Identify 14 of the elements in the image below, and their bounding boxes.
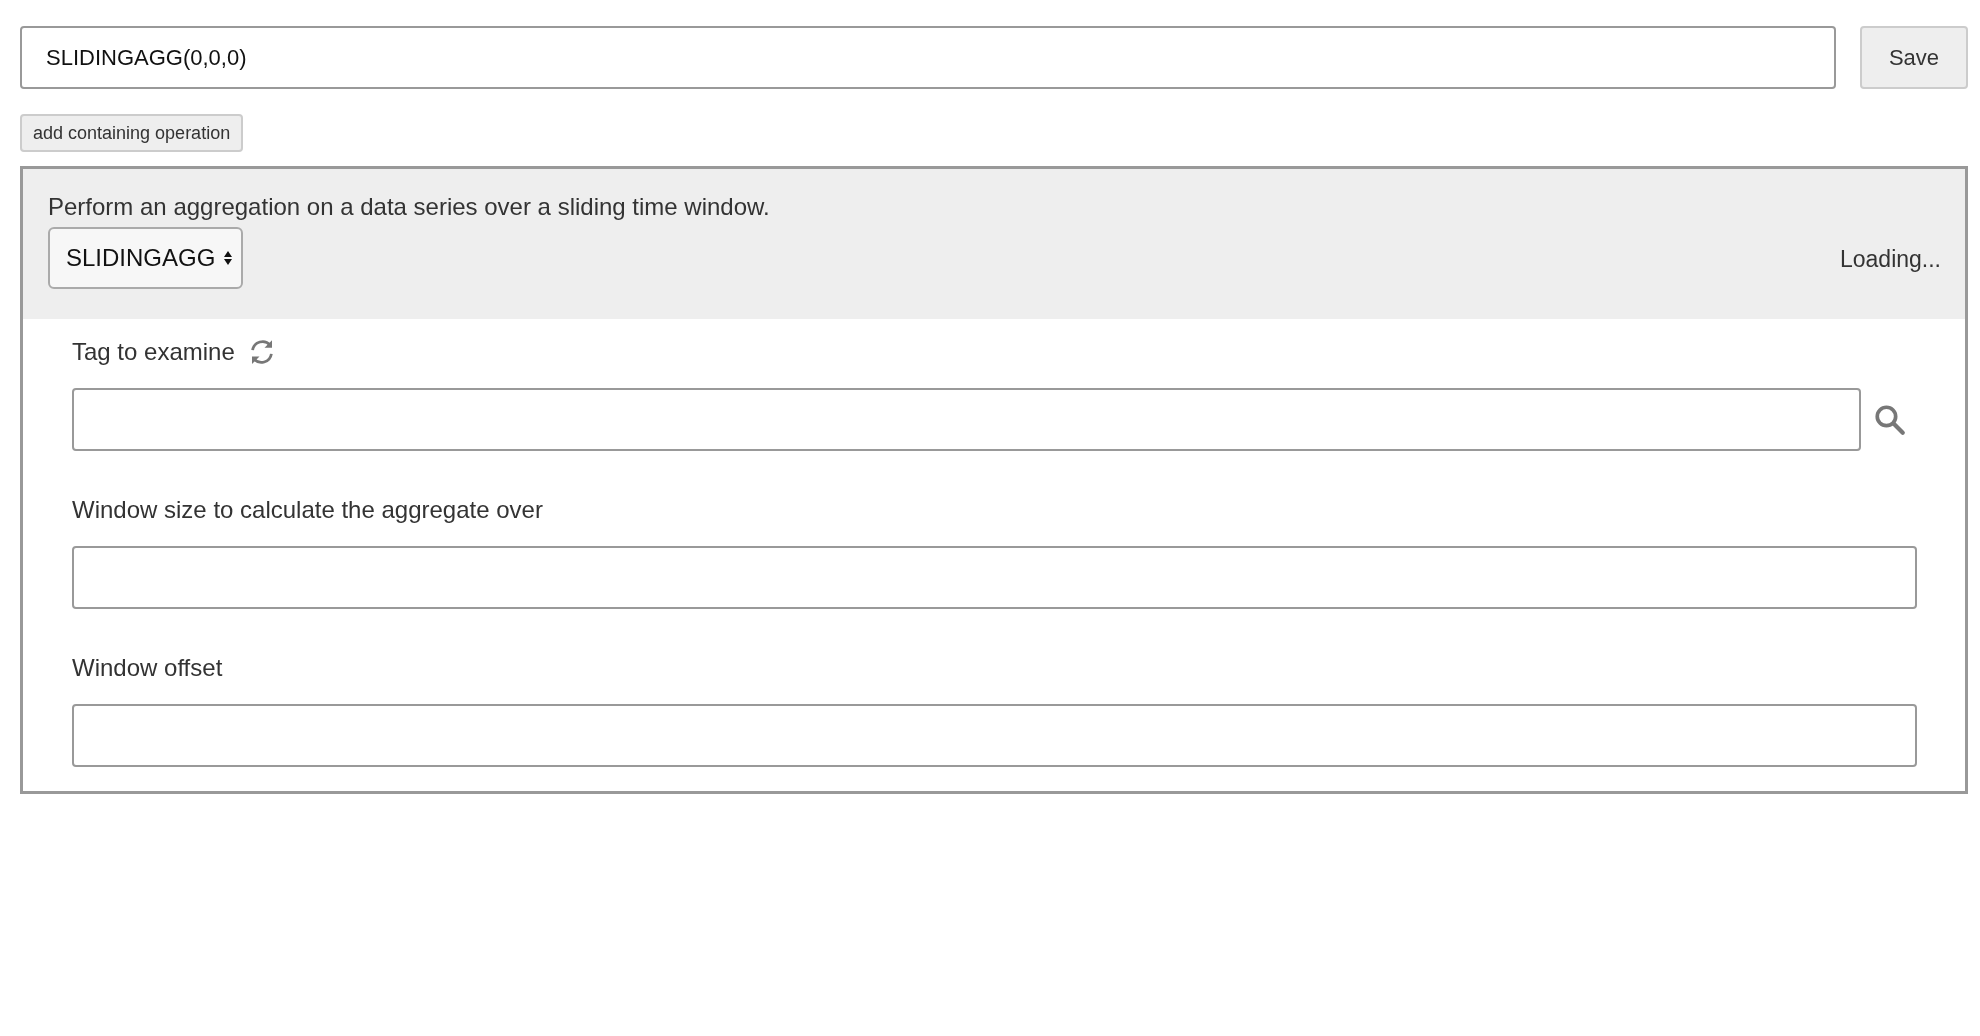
input-field[interactable]: [72, 704, 1917, 767]
save-button[interactable]: Save: [1860, 26, 1968, 89]
field-label: Window offset: [72, 654, 223, 682]
field-label: Tag to examine: [72, 338, 235, 366]
add-operation-button[interactable]: add containing operation: [20, 114, 244, 152]
updown-arrows-icon: [223, 250, 234, 266]
field-label: Window size to calculate the aggregate over: [72, 496, 543, 524]
input-field[interactable]: [72, 388, 1861, 451]
operation-description: Perform an aggregation on a data series over a sliding time window.: [48, 193, 771, 221]
operation-dropdown[interactable]: SLIDINGAGG: [48, 227, 244, 289]
loading-status: Loading...: [1839, 244, 1941, 273]
input-field[interactable]: [72, 546, 1917, 609]
search-icon[interactable]: [1873, 402, 1907, 437]
expression-field[interactable]: SLIDINGAGG(0,0,0): [20, 26, 1836, 89]
